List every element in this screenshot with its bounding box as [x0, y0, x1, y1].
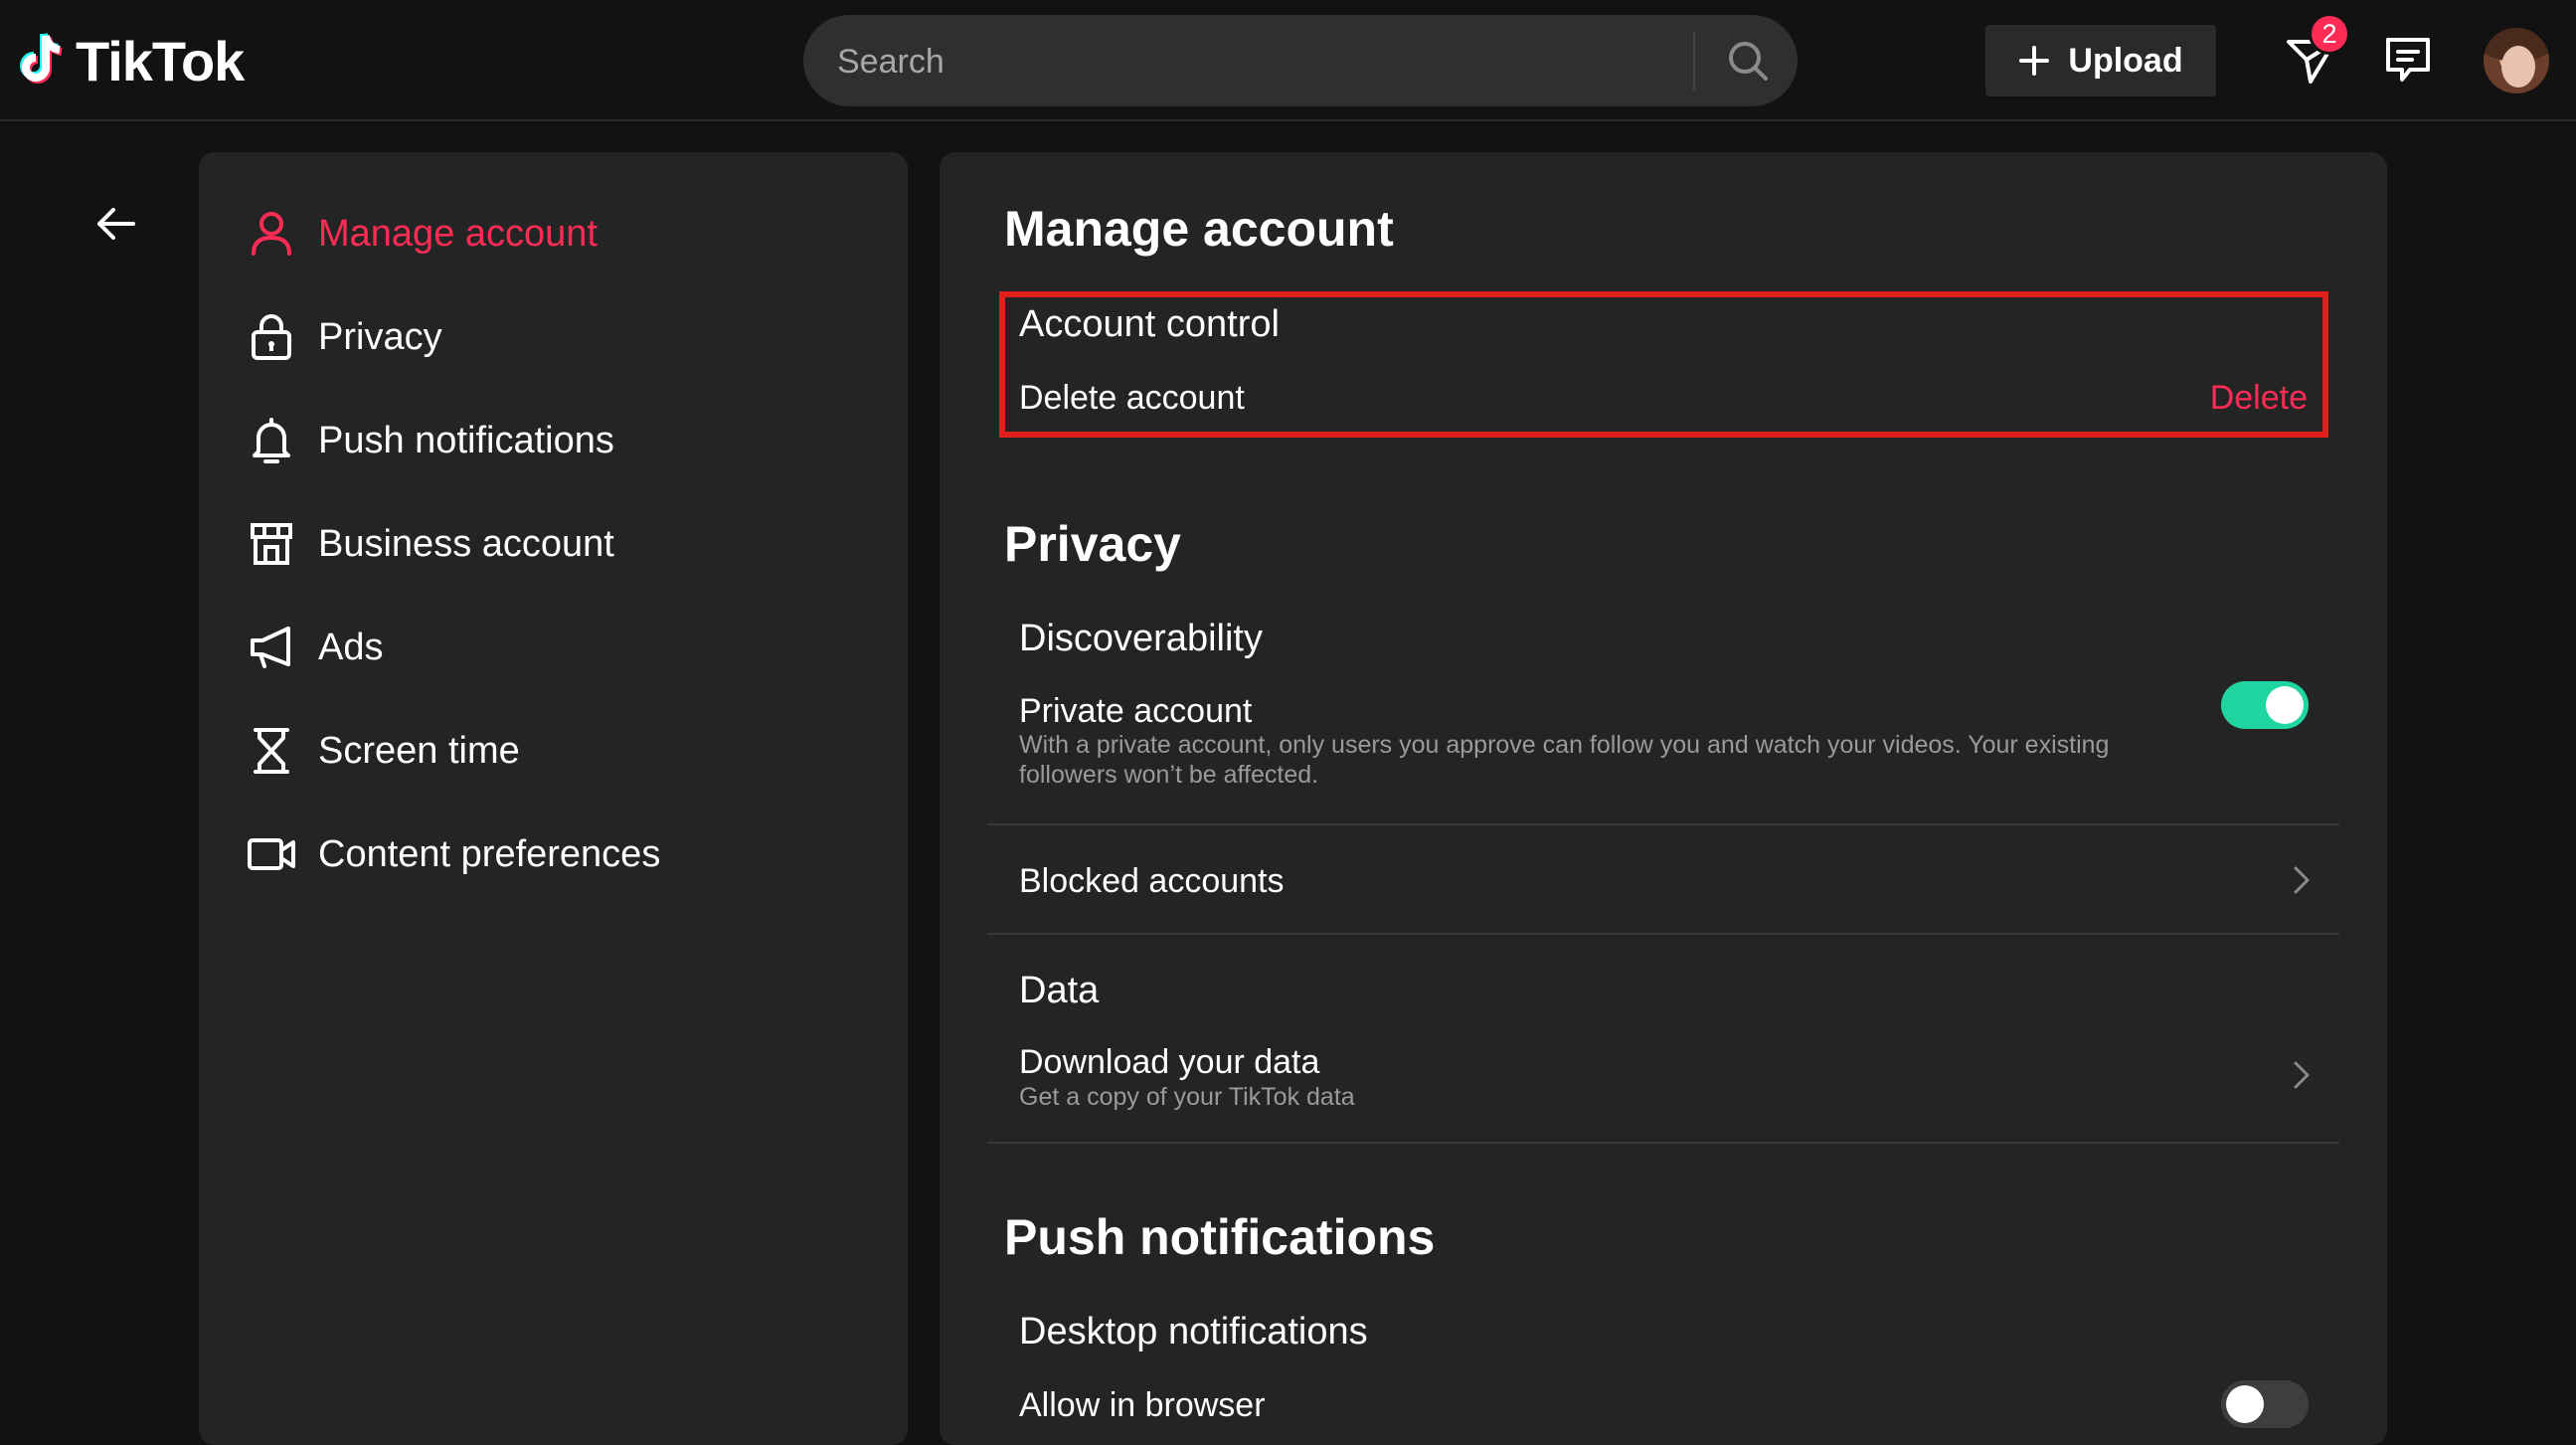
- divider: [987, 823, 2339, 825]
- toggle-knob: [2266, 686, 2304, 724]
- divider: [987, 933, 2339, 935]
- tiktok-logo[interactable]: TikTok: [18, 26, 245, 95]
- lock-icon: [247, 312, 296, 362]
- search-icon: [1729, 42, 1768, 81]
- sidebar-item-label: Screen time: [318, 729, 520, 772]
- private-account-description-line-1: With a private account, only users you a…: [1019, 731, 2110, 759]
- sidebar-item-label: Content preferences: [318, 832, 661, 875]
- hourglass-icon: [247, 726, 296, 776]
- notification-badge: 2: [2309, 13, 2350, 55]
- manage-account-title: Manage account: [1004, 201, 1394, 257]
- privacy-title: Privacy: [1004, 516, 1181, 572]
- delete-account-link[interactable]: Delete: [2210, 379, 2308, 418]
- messages-button[interactable]: [2380, 32, 2436, 88]
- bell-icon: [247, 416, 296, 465]
- sidebar-item-content-preferences[interactable]: Content preferences: [247, 819, 660, 889]
- search-input[interactable]: [835, 15, 1475, 108]
- toggle-knob: [2226, 1385, 2264, 1423]
- desktop-notifications-heading: Desktop notifications: [1019, 1311, 1368, 1353]
- megaphone-icon: [247, 623, 296, 672]
- upload-button[interactable]: Upload: [1985, 25, 2216, 96]
- blocked-accounts-label[interactable]: Blocked accounts: [1019, 862, 1285, 901]
- back-button[interactable]: [91, 199, 141, 249]
- settings-main-panel: Manage account Account control Delete ac…: [940, 152, 2387, 1445]
- download-data-label[interactable]: Download your data: [1019, 1043, 1319, 1082]
- chevron-right-icon[interactable]: [2282, 860, 2321, 900]
- upload-label: Upload: [2068, 41, 2183, 80]
- allow-in-browser-label: Allow in browser: [1019, 1386, 1266, 1424]
- search-bar: [803, 15, 1798, 108]
- allow-in-browser-toggle[interactable]: [2221, 1380, 2309, 1428]
- sidebar-item-privacy[interactable]: Privacy: [247, 302, 442, 372]
- sidebar-item-screen-time[interactable]: Screen time: [247, 716, 520, 786]
- discoverability-heading: Discoverability: [1019, 618, 1263, 659]
- avatar-face: [2501, 46, 2535, 88]
- arrow-left-icon: [97, 208, 135, 240]
- sidebar-item-manage-account[interactable]: Manage account: [247, 199, 598, 269]
- download-data-description: Get a copy of your TikTok data: [1019, 1083, 1355, 1111]
- delete-account-label: Delete account: [1019, 379, 1245, 417]
- push-notifications-title: Push notifications: [1004, 1209, 1436, 1265]
- plus-icon: [2019, 46, 2050, 76]
- chevron-right-icon[interactable]: [2282, 1055, 2321, 1095]
- sidebar-item-label: Business account: [318, 522, 614, 565]
- tiktok-note-icon: [20, 33, 63, 84]
- logo-text: TikTok: [76, 29, 245, 92]
- data-heading: Data: [1019, 970, 1100, 1011]
- private-account-description-line-2: followers won’t be affected.: [1019, 761, 1319, 789]
- avatar[interactable]: [2484, 28, 2549, 93]
- sidebar-item-label: Push notifications: [318, 419, 614, 461]
- private-account-label: Private account: [1019, 692, 1253, 730]
- message-icon: [2386, 38, 2430, 82]
- sidebar-item-label: Manage account: [318, 212, 598, 255]
- sidebar-item-push-notifications[interactable]: Push notifications: [247, 406, 614, 475]
- video-camera-icon: [247, 829, 296, 879]
- private-account-toggle[interactable]: [2221, 681, 2309, 729]
- top-bar: TikTok Upload 2: [0, 0, 2576, 121]
- person-icon: [247, 209, 296, 259]
- account-control-heading: Account control: [1019, 303, 1280, 345]
- search-button[interactable]: [1708, 31, 1788, 90]
- sidebar-item-label: Ads: [318, 626, 384, 668]
- search-divider: [1693, 31, 1695, 90]
- store-icon: [247, 519, 296, 569]
- sidebar-item-business-account[interactable]: Business account: [247, 509, 614, 579]
- divider: [987, 1142, 2339, 1144]
- sidebar-item-label: Privacy: [318, 315, 442, 358]
- settings-sidebar: Manage account Privacy Push notification…: [199, 152, 908, 1445]
- sidebar-item-ads[interactable]: Ads: [247, 613, 383, 682]
